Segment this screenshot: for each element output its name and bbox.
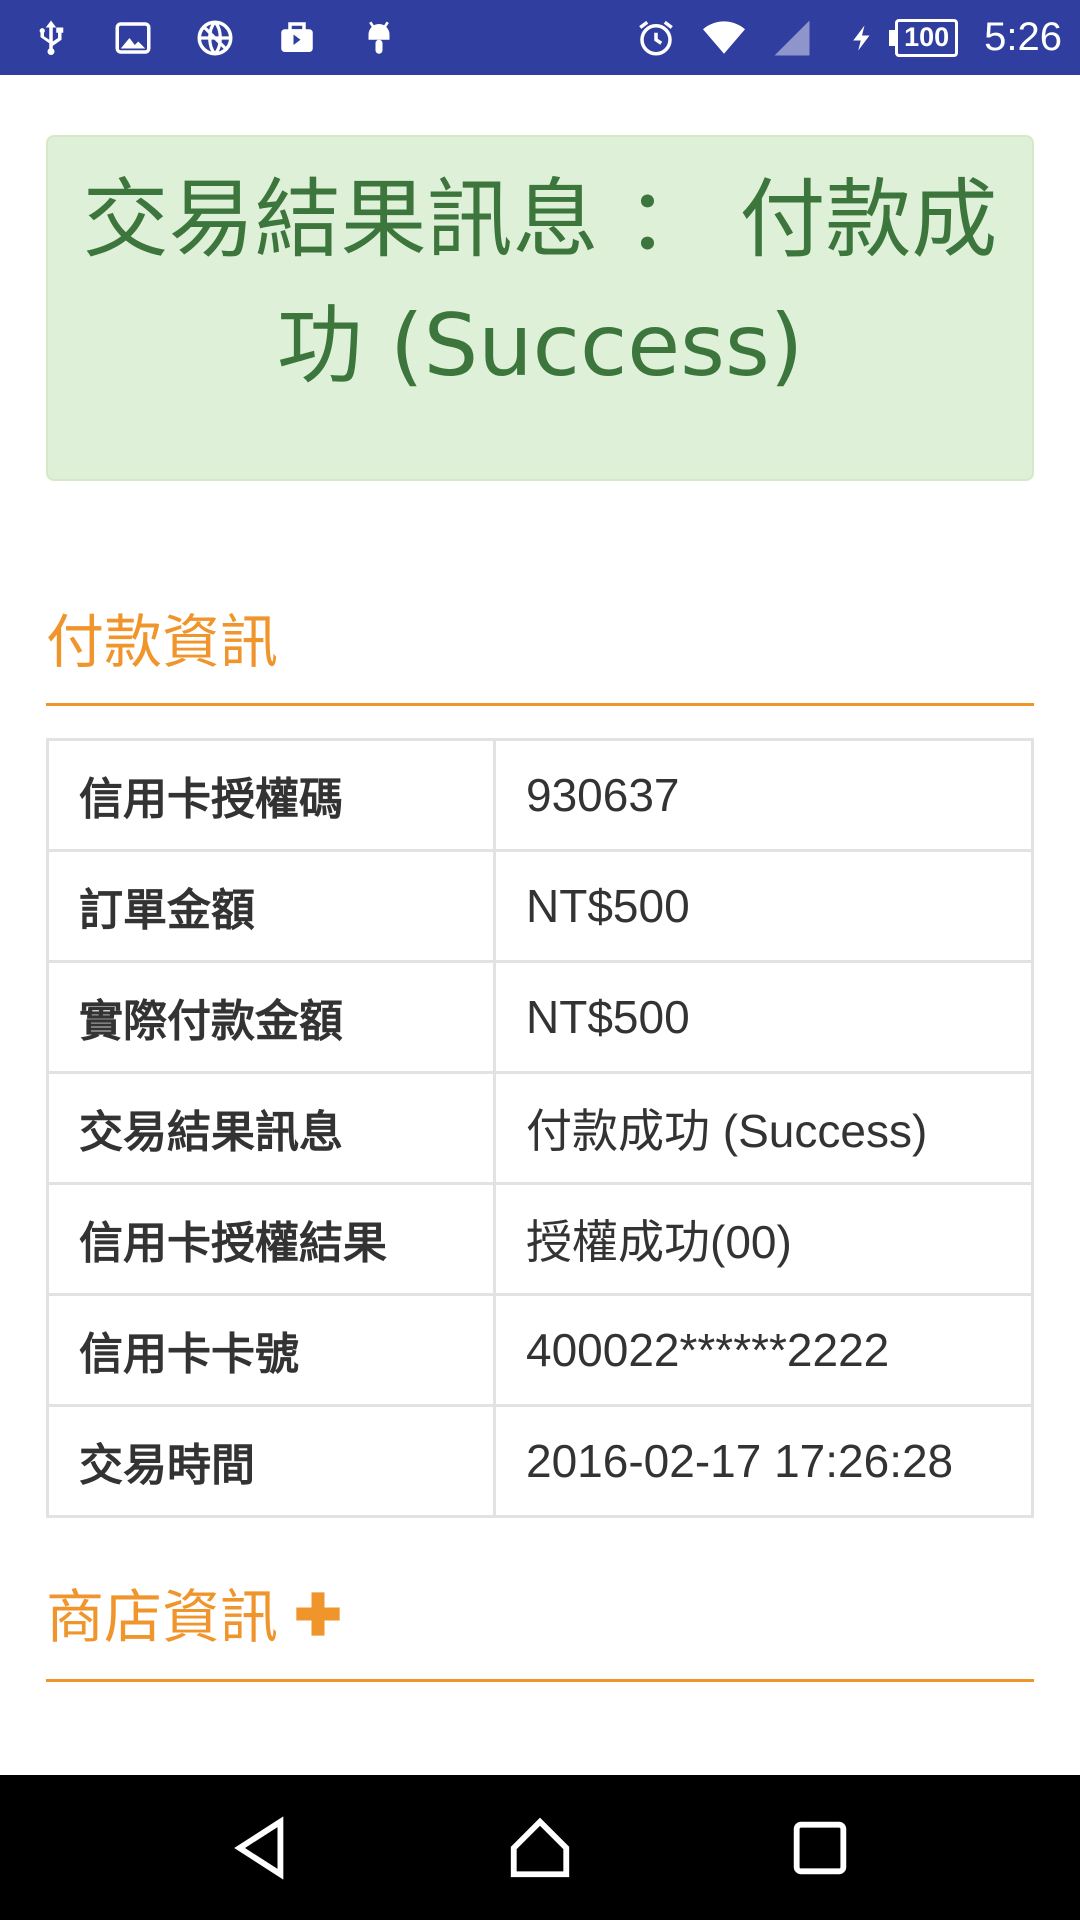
row-value: 付款成功 (Success) [493,1071,1034,1185]
row-label: 信用卡授權結果 [46,1182,496,1296]
payment-info-table: 信用卡授權碼 930637 訂單金額 NT$500 實際付款金額 NT$500 … [46,738,1034,1518]
status-bar-right: 100 5:26 [609,15,1062,60]
status-clock: 5:26 [984,15,1062,59]
store-section-divider [46,1679,1034,1682]
table-row: 信用卡授權結果 授權成功(00) [46,1182,1034,1296]
table-row: 交易時間 2016-02-17 17:26:28 [46,1404,1034,1518]
recents-icon[interactable] [785,1813,855,1883]
alarm-icon [635,17,677,59]
back-icon[interactable] [225,1813,295,1883]
row-label: 信用卡授權碼 [46,738,496,852]
table-row: 實際付款金額 NT$500 [46,960,1034,1074]
wifi-icon [703,17,746,59]
status-bar: 100 5:26 [0,0,1080,75]
row-label: 交易時間 [46,1404,496,1518]
row-value: NT$500 [493,849,1034,963]
no-network-icon [194,17,236,59]
store-section-title: 商店資訊 [46,1583,279,1651]
status-bar-left [30,17,440,59]
battery-indicator: 100 [889,18,959,57]
row-value: 400022******2222 [493,1293,1034,1407]
android-icon [358,17,400,59]
briefcase-icon [276,17,318,59]
row-label: 信用卡卡號 [46,1293,496,1407]
table-row: 交易結果訊息 付款成功 (Success) [46,1071,1034,1185]
home-icon[interactable] [505,1813,575,1883]
payment-section-divider [46,703,1034,706]
row-value: 授權成功(00) [493,1182,1034,1296]
page-content[interactable]: 交易結果訊息 ： 付款成功 (Success) 付款資訊 信用卡授權碼 9306… [0,75,1080,1775]
plus-icon[interactable] [292,1586,344,1638]
navigation-bar [0,1775,1080,1920]
row-value: NT$500 [493,960,1034,1074]
table-row: 信用卡卡號 400022******2222 [46,1293,1034,1407]
row-label: 交易結果訊息 [46,1071,496,1185]
cell-signal-icon [771,17,813,59]
image-icon [112,17,154,59]
table-row: 訂單金額 NT$500 [46,849,1034,963]
row-label: 實際付款金額 [46,960,496,1074]
row-value: 2016-02-17 17:26:28 [493,1404,1034,1518]
battery-level: 100 [895,18,959,57]
store-section-header[interactable]: 商店資訊 [46,1570,344,1654]
table-row: 信用卡授權碼 930637 [46,738,1034,852]
row-label: 訂單金額 [46,849,496,963]
payment-section-title: 付款資訊 [46,608,279,676]
charging-icon [847,17,877,59]
success-alert: 交易結果訊息 ： 付款成功 (Success) [46,135,1034,481]
usb-icon [30,17,72,59]
row-value: 930637 [493,738,1034,852]
